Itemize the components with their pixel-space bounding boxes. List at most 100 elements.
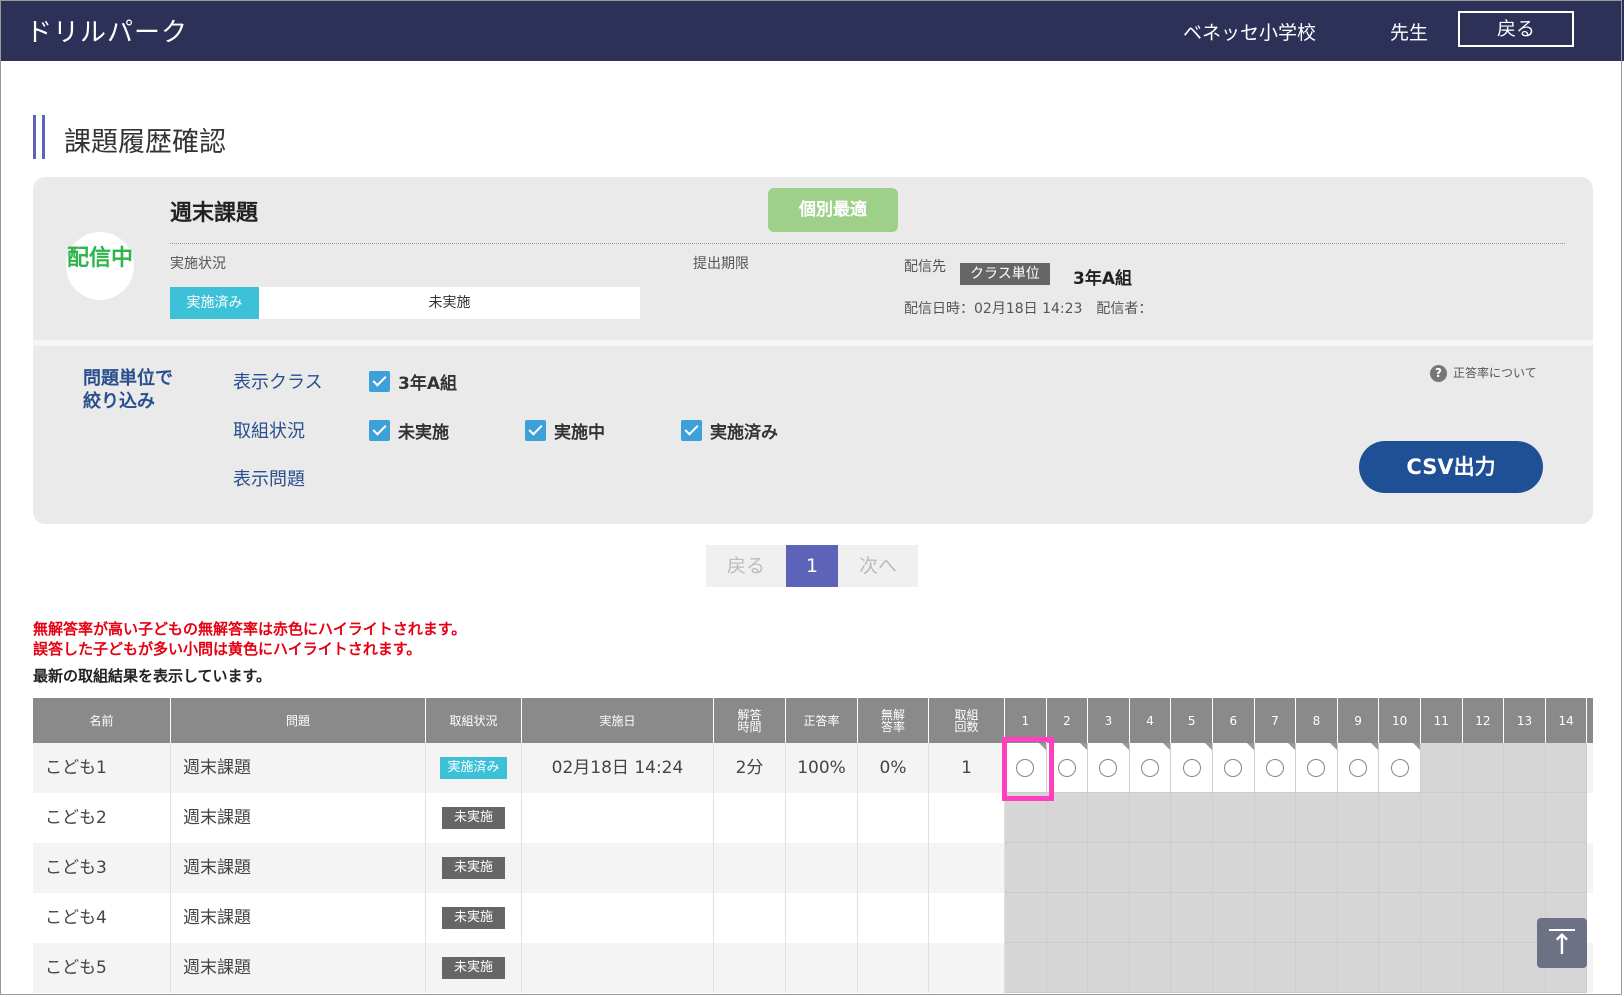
progress-done-segment: 実施済み [170,287,259,319]
cell-date [522,943,714,993]
filter-title-line1: 問題単位で [83,368,173,389]
question-4-header[interactable]: 4 [1129,698,1172,743]
question-result-cell [1296,793,1338,843]
question-result-cell [1254,893,1297,943]
col-time-header[interactable]: 解答 時間 [714,698,786,743]
cell-date [522,793,714,843]
question-result-cell [1337,943,1380,993]
question-result-cell [1046,893,1089,943]
status-completed-checkbox[interactable] [681,420,702,441]
pager-prev-button[interactable]: 戻る [706,545,786,587]
question-result-cell [1421,943,1463,993]
delivery-status: 配信中 [66,246,133,271]
question-result-cell[interactable] [1088,743,1130,793]
col-rate-header[interactable]: 正答率 [786,698,858,743]
csv-export-button[interactable]: CSV出力 [1359,441,1543,493]
table-row[interactable]: こども4 週末課題 未実施 [33,893,1593,943]
pager-next-button[interactable]: 次へ [838,545,918,587]
assignment-type-badge: 個別最適 [768,188,898,232]
cell-attempt-count [929,893,1005,943]
col-name-header[interactable]: 名前 [33,698,171,743]
user-role: 先生 [1390,22,1429,44]
question-result-cell [1379,893,1421,943]
cell-problem: 週末課題 [171,893,426,943]
question-result-cell[interactable] [1296,743,1338,793]
table-row[interactable]: こども1 週末課題 実施済み 02月18日 14:24 2分 100% 0% 1 [33,743,1593,793]
col-count-header[interactable]: 取組 回数 [929,698,1005,743]
question-result-cell[interactable] [1129,743,1172,793]
top-navigation-bar: ドリルパーク ベネッセ小学校 先生 戻る [0,0,1624,61]
question-3-header[interactable]: 3 [1088,698,1130,743]
status-in-progress-checkbox[interactable] [525,420,546,441]
question-result-cell [1088,843,1130,893]
question-9-header[interactable]: 9 [1337,698,1380,743]
question-result-cell [1379,943,1421,993]
question-filter-label[interactable]: 表示問題 [233,465,305,491]
cell-rate [786,893,858,943]
status-badge: 未実施 [441,807,505,829]
title-accent-bar [42,115,45,159]
question-10-header[interactable]: 10 [1379,698,1421,743]
question-result-cell [1504,843,1546,893]
question-12-header[interactable]: 12 [1462,698,1505,743]
progress-rest-segment: 未実施 [428,295,471,311]
question-7-header[interactable]: 7 [1254,698,1297,743]
question-result-cell[interactable] [1254,743,1297,793]
question-result-cell [1379,843,1421,893]
cell-status: 未実施 [426,893,522,943]
col-date-header[interactable]: 実施日 [522,698,714,743]
cell-rate [786,793,858,843]
question-result-cell [1296,843,1338,893]
cell-time [714,943,786,993]
question-result-cell [1462,793,1505,843]
question-result-cell [1088,943,1130,993]
destination-label: 配信先 [904,259,946,275]
table-row[interactable]: こども5 週末課題 未実施 [33,943,1593,993]
col-status-header[interactable]: 取組状況 [426,698,522,743]
cell-blank-rate: 0% [858,743,929,793]
question-5-header[interactable]: 5 [1171,698,1213,743]
class-checkbox[interactable] [369,371,390,392]
status-not-started-checkbox[interactable] [369,420,390,441]
question-result-cell [1379,793,1421,843]
card-divider [33,340,1593,346]
question-result-cell [1296,893,1338,943]
question-result-cell[interactable] [1379,743,1421,793]
circle-mark-icon [1390,758,1409,777]
question-13-header[interactable]: 13 [1504,698,1546,743]
header-back-button[interactable]: 戻る [1458,11,1574,47]
circle-mark-icon [1182,758,1201,777]
status-option-label[interactable]: 実施中 [554,418,605,443]
question-result-cell [1545,793,1588,843]
question-result-cell [1129,843,1172,893]
status-option-label[interactable]: 未実施 [398,418,449,443]
accuracy-help-link[interactable]: ? 正答率について [1430,364,1537,382]
table-row[interactable]: こども2 週末課題 未実施 [33,793,1593,843]
question-result-cell[interactable] [1213,743,1255,793]
cell-status: 未実施 [426,943,522,993]
cell-name: こども5 [33,943,171,993]
scroll-to-top-button[interactable]: ↑ [1537,918,1587,968]
question-8-header[interactable]: 8 [1296,698,1338,743]
col-blank-header[interactable]: 無解 答率 [858,698,929,743]
question-result-cell [1088,893,1130,943]
question-6-header[interactable]: 6 [1213,698,1255,743]
class-checkbox-label[interactable]: 3年A組 [398,369,457,394]
note-unanswered-highlight: 無解答率が高い子どもの無解答率は赤色にハイライトされます。 [33,620,467,638]
question-mark-icon: ? [1430,365,1447,382]
question-11-header[interactable]: 11 [1421,698,1463,743]
app-brand[interactable]: ドリルパーク [26,12,188,49]
question-result-cell [1171,943,1213,993]
pager-current-page[interactable]: 1 [786,545,838,587]
status-badge: 未実施 [441,907,505,929]
question-result-cell [1337,843,1380,893]
question-result-cell [1545,843,1588,893]
table-row[interactable]: こども3 週末課題 未実施 [33,843,1593,893]
question-result-cell [1171,793,1213,843]
col-problem-header[interactable]: 問題 [171,698,426,743]
question-result-cell[interactable] [1171,743,1213,793]
question-result-cell [1213,843,1255,893]
question-result-cell[interactable] [1337,743,1380,793]
question-14-header[interactable]: 14 [1545,698,1588,743]
status-option-label[interactable]: 実施済み [710,418,778,443]
